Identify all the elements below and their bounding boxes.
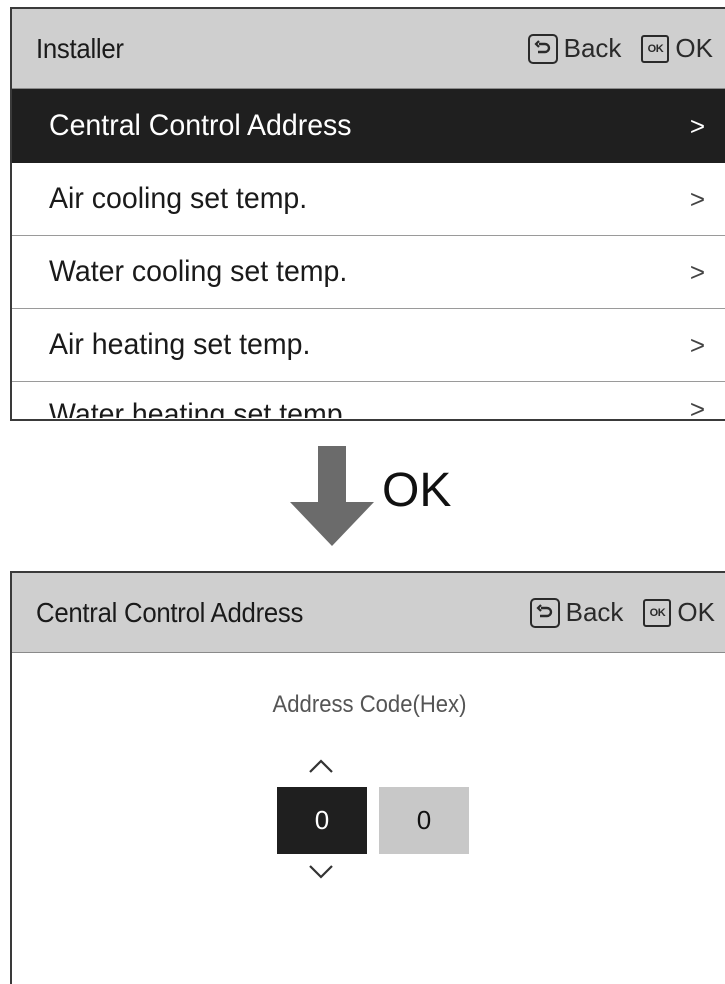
menu-item-central-control-address[interactable]: Central Control Address > bbox=[12, 89, 725, 163]
header-actions: Back OK OK bbox=[527, 33, 713, 64]
menu-item-label: Air cooling set temp. bbox=[49, 182, 308, 215]
menu-item-water-cooling-set-temp[interactable]: Water cooling set temp. > bbox=[12, 236, 725, 309]
back-icon[interactable] bbox=[529, 597, 560, 628]
address-digit-1[interactable]: 0 bbox=[277, 787, 367, 854]
back-button[interactable]: Back bbox=[564, 33, 622, 64]
page-title: Installer bbox=[36, 32, 124, 64]
menu-item-air-cooling-set-temp[interactable]: Air cooling set temp. > bbox=[12, 163, 725, 236]
menu-item-water-heating-set-temp[interactable]: Water heating set temp. > bbox=[12, 382, 725, 418]
back-icon[interactable] bbox=[527, 33, 558, 64]
ok-button[interactable]: OK bbox=[675, 33, 713, 64]
menu-item-label: Water cooling set temp. bbox=[49, 255, 348, 288]
central-control-address-screen: Central Control Address Back OK OK Addre… bbox=[10, 571, 725, 984]
back-button[interactable]: Back bbox=[566, 597, 624, 628]
ok-icon[interactable]: OK bbox=[641, 34, 670, 63]
chevron-right-icon: > bbox=[689, 256, 705, 287]
menu-item-label: Central Control Address bbox=[49, 109, 352, 142]
installer-screen: Installer Back OK OK Central Control Add… bbox=[10, 7, 725, 421]
back-arrow-glyph bbox=[534, 39, 550, 53]
menu-item-label: Air heating set temp. bbox=[49, 328, 311, 361]
header-actions: Back OK OK bbox=[529, 597, 715, 628]
chevron-right-icon: > bbox=[689, 183, 705, 214]
ok-icon[interactable]: OK bbox=[643, 598, 672, 627]
address-digit-2[interactable]: 0 bbox=[379, 787, 469, 854]
back-arrow-glyph bbox=[536, 603, 552, 617]
down-arrow-icon bbox=[287, 446, 377, 553]
chevron-right-icon: > bbox=[689, 110, 705, 141]
transition-label: OK bbox=[382, 464, 452, 517]
address-code-label: Address Code(Hex) bbox=[272, 691, 467, 718]
installer-header: Installer Back OK OK bbox=[12, 9, 725, 89]
menu-item-air-heating-set-temp[interactable]: Air heating set temp. > bbox=[12, 309, 725, 382]
ok-button[interactable]: OK bbox=[677, 597, 715, 628]
chevron-right-icon: > bbox=[689, 394, 705, 418]
menu-item-label: Water heating set temp. bbox=[49, 398, 351, 418]
central-control-header: Central Control Address Back OK OK bbox=[12, 573, 725, 653]
chevron-right-icon: > bbox=[689, 329, 705, 360]
chevron-down-icon[interactable] bbox=[306, 863, 336, 881]
down-arrow-shape bbox=[290, 446, 374, 546]
chevron-up-icon[interactable] bbox=[306, 757, 336, 775]
page-title: Central Control Address bbox=[36, 596, 304, 628]
